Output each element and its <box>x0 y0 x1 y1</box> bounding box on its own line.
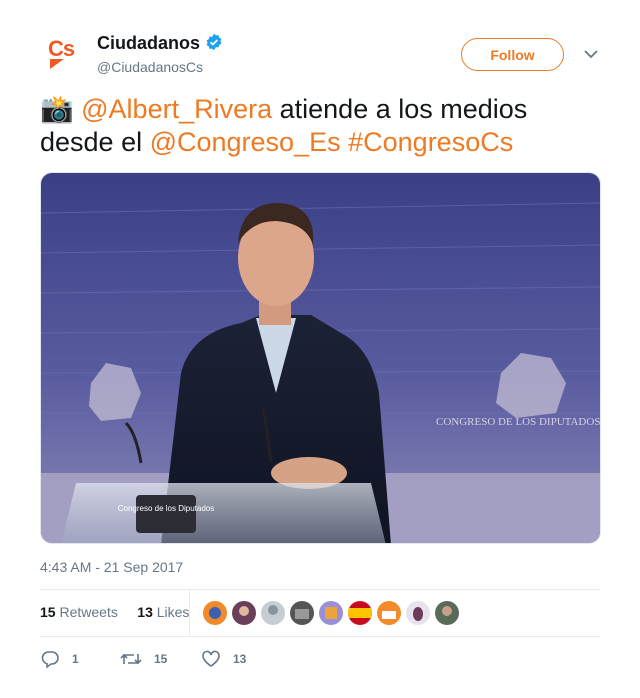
liker-avatar[interactable] <box>232 601 256 625</box>
retweets-stat[interactable]: 15 Retweets <box>40 604 118 620</box>
mention-congreso-es[interactable]: @Congreso_Es <box>150 127 341 157</box>
retweet-button[interactable]: 15 <box>120 650 167 668</box>
liker-avatar[interactable] <box>377 601 401 625</box>
tweet-stats: 15 Retweets 13 Likes <box>40 604 189 620</box>
author-avatar[interactable]: Cs <box>44 32 88 76</box>
divider-top <box>40 589 600 590</box>
author-name[interactable]: Ciudadanos <box>97 33 200 54</box>
cs-logo-mark <box>50 59 64 69</box>
divider-bottom <box>40 636 600 637</box>
tweet-text: 📸 @Albert_Rivera atiende a los medios de… <box>40 93 600 159</box>
press-conference-photo: CONGRESO DE LOS DIPUTADOS Congreso de lo… <box>41 173 600 543</box>
verified-badge-icon <box>206 33 222 51</box>
like-button[interactable]: 13 <box>201 650 246 668</box>
likes-stat[interactable]: 13 Likes <box>137 604 189 620</box>
liker-avatar[interactable] <box>319 601 343 625</box>
liker-avatar[interactable] <box>203 601 227 625</box>
wall-inscription: CONGRESO DE LOS DIPUTADOS <box>436 416 600 428</box>
stats-divider <box>189 589 190 636</box>
retweet-icon <box>120 653 142 665</box>
follow-button[interactable]: Follow <box>461 38 564 71</box>
liker-avatar[interactable] <box>261 601 285 625</box>
liker-avatar[interactable] <box>348 601 372 625</box>
reply-icon <box>41 651 59 668</box>
retweet-count: 15 <box>154 652 168 666</box>
hashtag-congresocs[interactable]: #CongresoCs <box>348 127 513 157</box>
chevron-down-icon[interactable] <box>583 48 599 60</box>
reply-button[interactable]: 1 <box>40 650 79 668</box>
like-count: 13 <box>233 652 247 666</box>
reply-count: 1 <box>72 652 79 666</box>
tweet-timestamp[interactable]: 4:43 AM - 21 Sep 2017 <box>40 559 183 575</box>
camera-flash-icon: 📸 <box>40 94 74 124</box>
podium-label: Congreso de los Diputados <box>118 504 215 513</box>
author-handle[interactable]: @CiudadanosCs <box>97 59 203 75</box>
mention-albert-rivera[interactable]: @Albert_Rivera <box>81 94 272 124</box>
heart-icon <box>202 650 220 667</box>
liker-avatar[interactable] <box>435 601 459 625</box>
liker-avatar[interactable] <box>406 601 430 625</box>
liker-avatar[interactable] <box>290 601 314 625</box>
tweet-photo[interactable]: CONGRESO DE LOS DIPUTADOS Congreso de lo… <box>40 172 601 544</box>
